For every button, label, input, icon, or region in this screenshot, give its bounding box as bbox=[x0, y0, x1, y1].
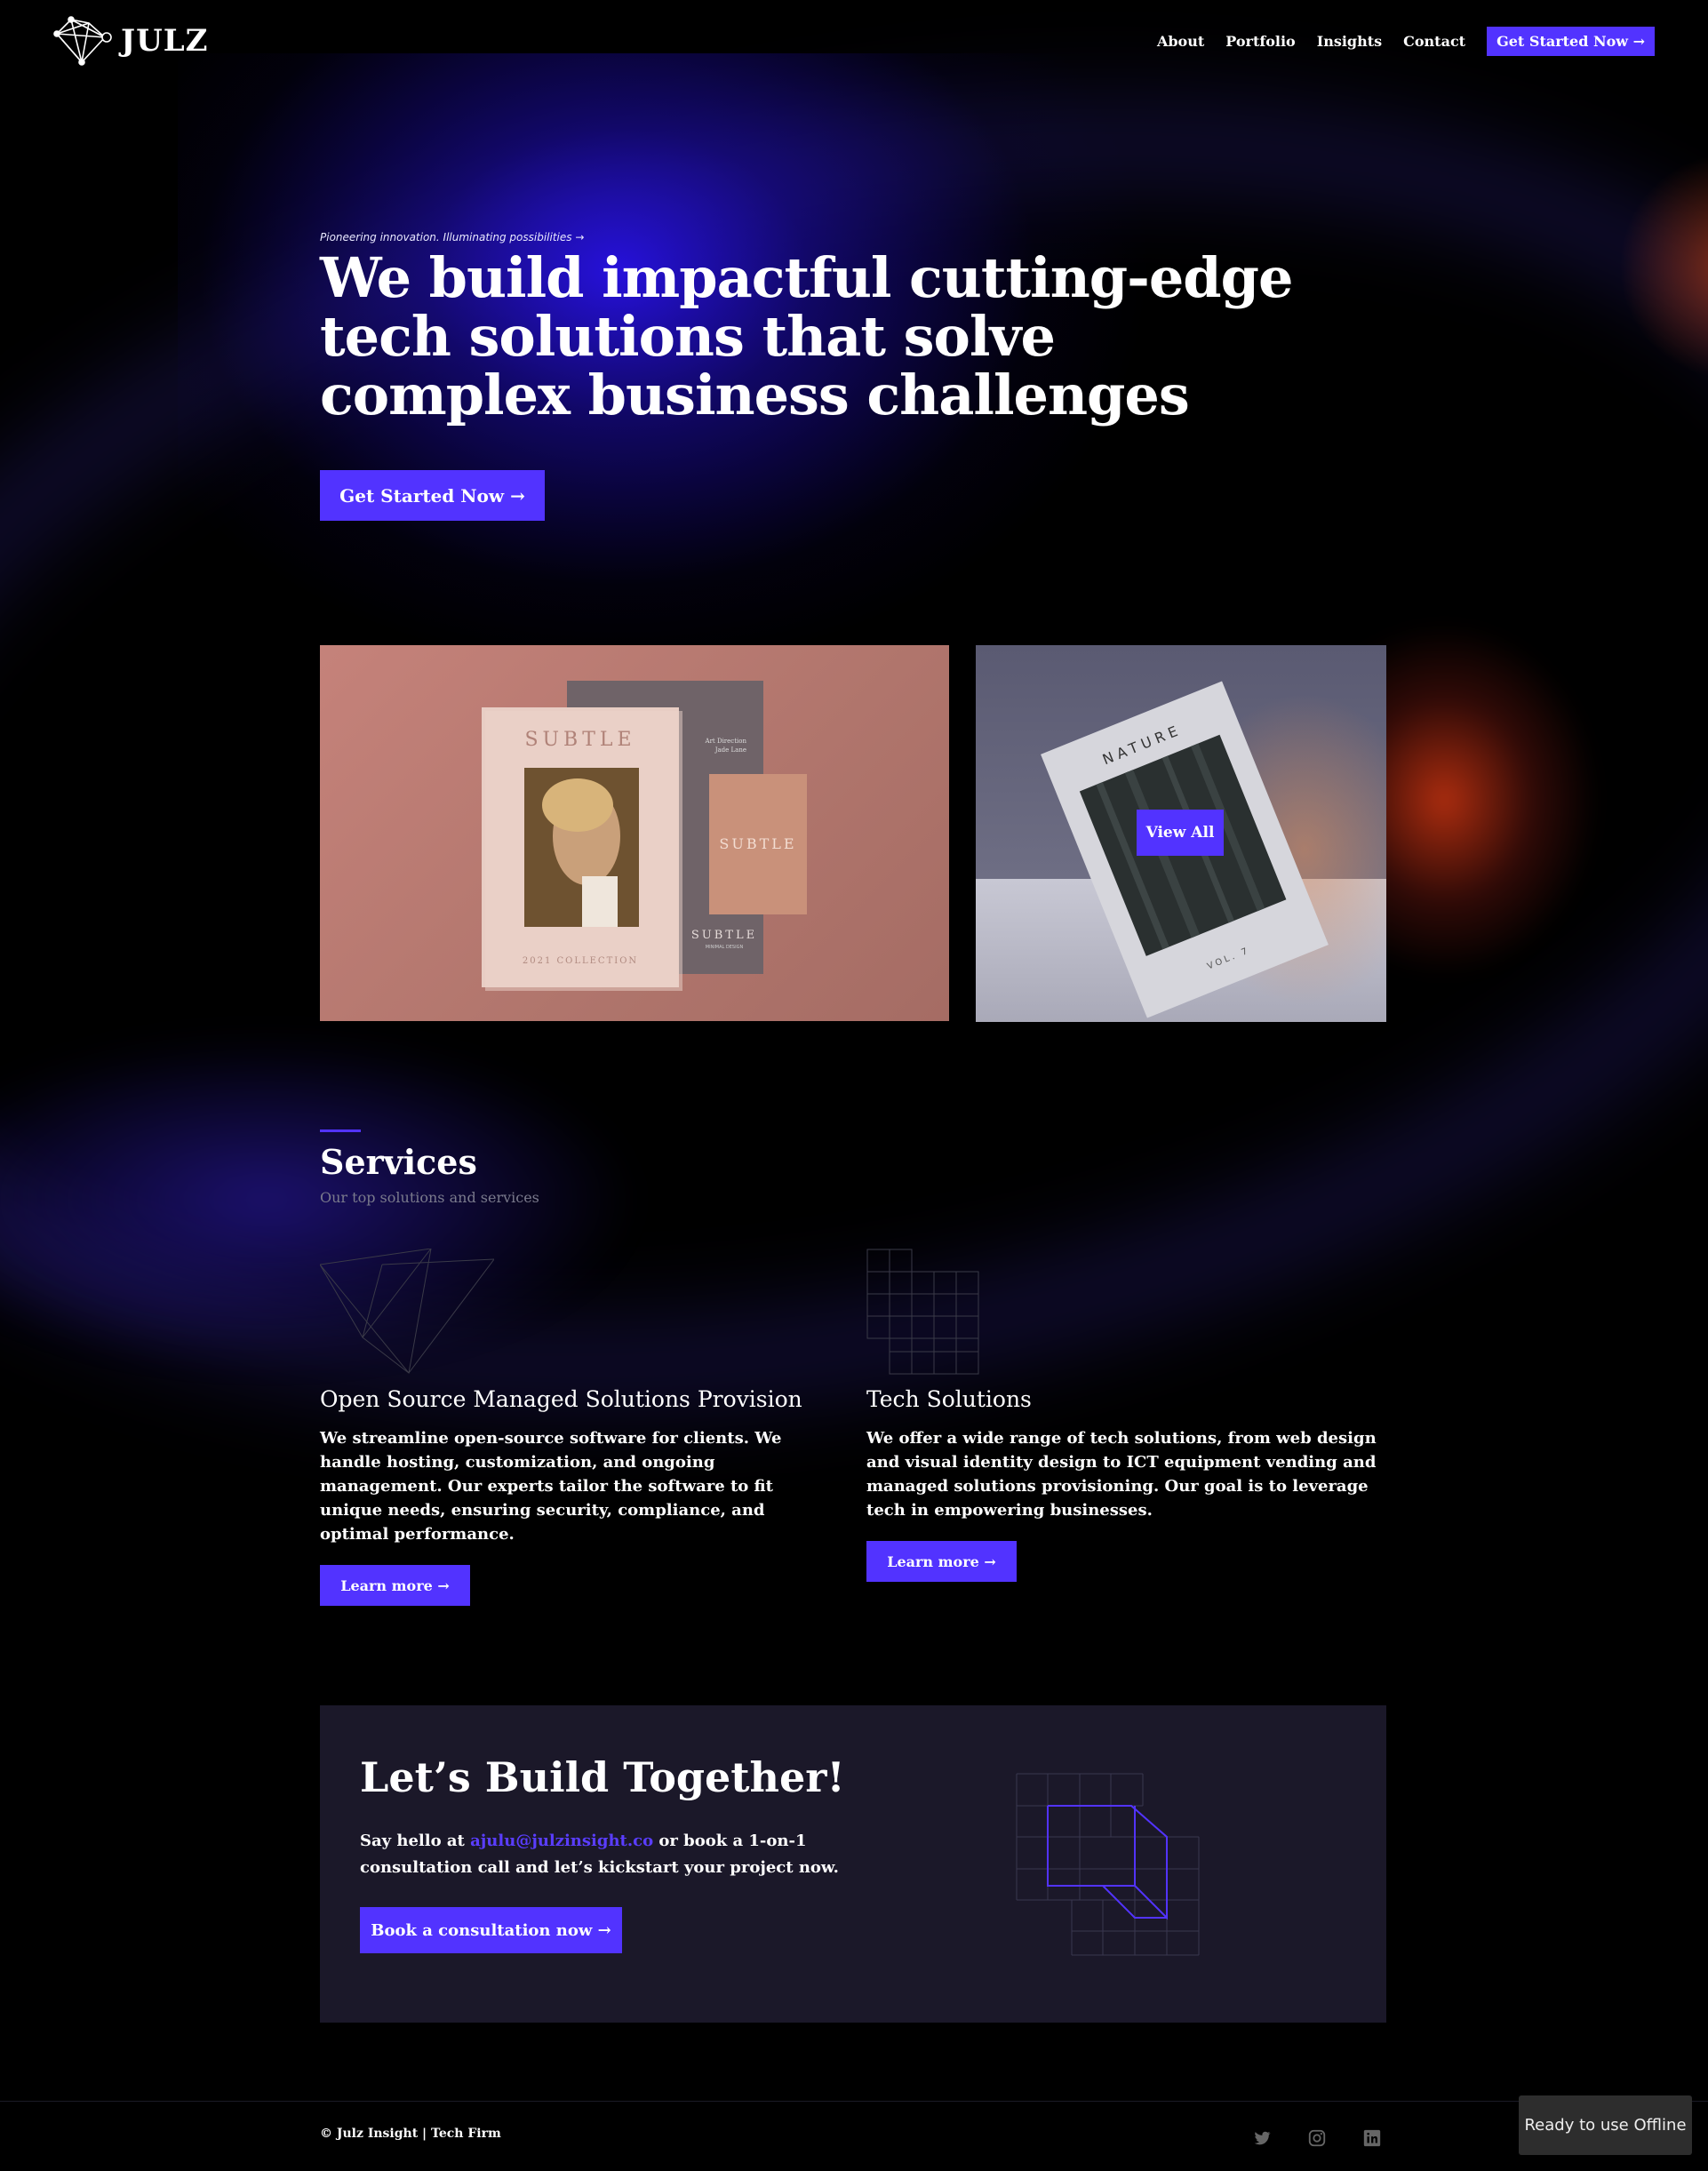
offline-status-badge[interactable]: Ready to use Offline bbox=[1519, 2095, 1692, 2155]
learn-more-button[interactable]: Learn more → bbox=[866, 1541, 1017, 1582]
linkedin-icon[interactable] bbox=[1362, 2128, 1382, 2148]
nav-contact[interactable]: Contact bbox=[1403, 33, 1465, 50]
back-card-title: SUBTLE bbox=[691, 929, 757, 942]
copyright: © Julz Insight | Tech Firm bbox=[320, 2127, 501, 2141]
footer-divider bbox=[0, 2101, 1708, 2102]
back-card-top: Art Direction bbox=[705, 738, 747, 745]
cover-footer: 2021 COLLECTION bbox=[523, 956, 638, 966]
services-title: Services bbox=[320, 1142, 477, 1182]
small-card-title: SUBTLE bbox=[719, 835, 796, 852]
email-link[interactable]: ajulu@julzinsight.co bbox=[470, 1832, 653, 1850]
hero-tagline: Pioneering innovation. Illuminating poss… bbox=[320, 231, 585, 243]
main-nav: About Portfolio Insights Contact Get Sta… bbox=[1157, 27, 1655, 56]
site-header: JULZ About Portfolio Insights Contact Ge… bbox=[0, 0, 1708, 85]
back-card-sub: MINIMAL DESIGN bbox=[706, 945, 744, 950]
service-description: We streamline open-source software for c… bbox=[320, 1429, 782, 1544]
service-title: Open Source Managed Solutions Provision bbox=[320, 1386, 802, 1412]
learn-more-button[interactable]: Learn more → bbox=[320, 1565, 470, 1606]
paper-plane-icon bbox=[320, 1249, 494, 1375]
portfolio-image-nature[interactable]: NATURE VOL. 7 View All bbox=[976, 645, 1386, 1022]
portfolio-image-subtle[interactable]: Art Direction Jade Lane SUBTLE MINIMAL D… bbox=[320, 645, 949, 1021]
build-together-panel: Let’s Build Together! Say hello at ajulu… bbox=[320, 1705, 1386, 2023]
hero-get-started-button[interactable]: Get Started Now → bbox=[320, 470, 545, 521]
logo[interactable]: JULZ bbox=[52, 14, 208, 68]
logo-network-icon bbox=[53, 16, 112, 66]
twitter-icon[interactable] bbox=[1252, 2128, 1272, 2148]
services-subtitle: Our top solutions and services bbox=[320, 1189, 539, 1206]
service-card-tech-solutions: Tech Solutions We offer a wide range of … bbox=[866, 1386, 1382, 1582]
view-all-button[interactable]: View All bbox=[1137, 810, 1224, 856]
nav-portfolio[interactable]: Portfolio bbox=[1225, 33, 1295, 50]
service-card-open-source: Open Source Managed Solutions Provision … bbox=[320, 1386, 835, 1606]
service-title: Tech Solutions bbox=[866, 1386, 1032, 1412]
cover-title: SUBTLE bbox=[524, 729, 635, 751]
back-card-name: Jade Lane bbox=[714, 746, 746, 754]
grid-blocks-icon bbox=[866, 1249, 979, 1375]
instagram-icon[interactable] bbox=[1307, 2128, 1327, 2148]
grid-cube-illustration bbox=[1016, 1773, 1200, 1956]
nav-insights[interactable]: Insights bbox=[1317, 33, 1382, 50]
nav-get-started-button[interactable]: Get Started Now → bbox=[1487, 27, 1655, 56]
build-together-text: Say hello at ajulu@julzinsight.co or boo… bbox=[360, 1832, 839, 1877]
book-consultation-button[interactable]: Book a consultation now → bbox=[360, 1907, 622, 1953]
logo-text: JULZ bbox=[121, 23, 209, 59]
nav-about[interactable]: About bbox=[1157, 33, 1204, 50]
service-description: We offer a wide range of tech solutions,… bbox=[866, 1429, 1377, 1520]
magazine-mockup-illustration: Art Direction Jade Lane SUBTLE MINIMAL D… bbox=[482, 681, 807, 991]
build-together-title: Let’s Build Together! bbox=[360, 1753, 845, 1801]
hero-title: We build impactful cutting-edge tech sol… bbox=[320, 245, 1293, 427]
services-accent-line bbox=[320, 1129, 361, 1132]
